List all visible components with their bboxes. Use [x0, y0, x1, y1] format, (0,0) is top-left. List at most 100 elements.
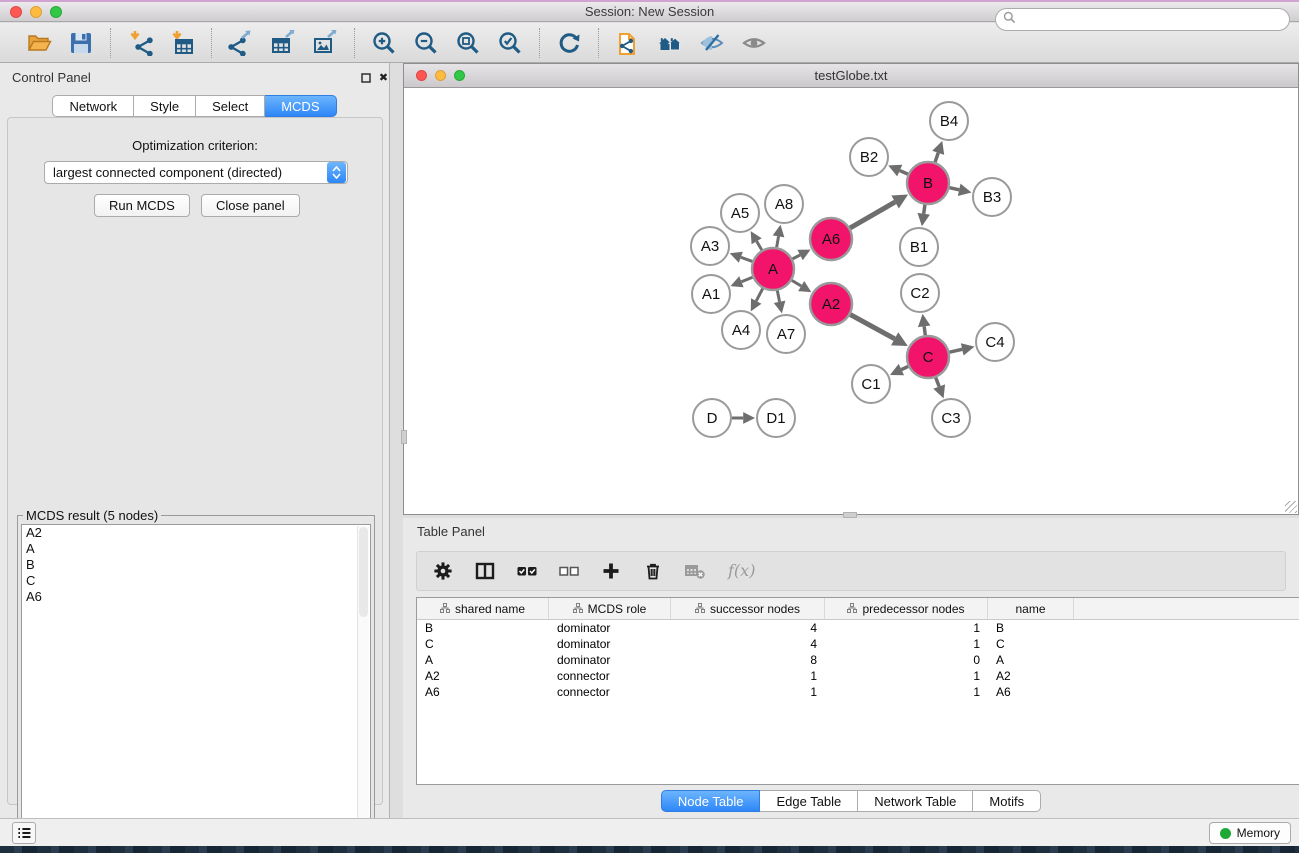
graph-node-C[interactable]: C	[907, 336, 949, 378]
graph-node-A5[interactable]: A5	[721, 194, 759, 232]
table-cell[interactable]: A2	[417, 669, 549, 683]
table-cell[interactable]: 4	[671, 637, 825, 651]
graph-node-A1[interactable]: A1	[692, 275, 730, 313]
table-cell[interactable]: dominator	[549, 621, 671, 635]
memory-button[interactable]: Memory	[1209, 822, 1291, 844]
table-cell[interactable]: A6	[417, 685, 549, 699]
graph-node-B1[interactable]: B1	[900, 228, 938, 266]
export-table-icon[interactable]	[268, 28, 298, 58]
delete-column-icon[interactable]	[643, 558, 663, 584]
table-row[interactable]: Adominator80A	[417, 652, 1299, 668]
table-cell[interactable]: 1	[825, 637, 988, 651]
graph-node-B4[interactable]: B4	[930, 102, 968, 140]
mcds-result-list[interactable]: A2ABCA6	[21, 524, 371, 851]
import-table-icon[interactable]	[167, 28, 197, 58]
zoom-in-icon[interactable]	[369, 28, 399, 58]
tab-node-table[interactable]: Node Table	[661, 790, 761, 812]
graph-node-D[interactable]: D	[693, 399, 731, 437]
network-window-titlebar[interactable]: testGlobe.txt	[404, 64, 1298, 88]
graph-node-C3[interactable]: C3	[932, 399, 970, 437]
float-panel-icon[interactable]	[359, 71, 372, 84]
mcds-result-item[interactable]: C	[22, 573, 370, 589]
graph-node-A4[interactable]: A4	[722, 311, 760, 349]
table-row[interactable]: A2connector11A2	[417, 668, 1299, 684]
graph-node-A2[interactable]: A2	[810, 283, 852, 325]
search-field[interactable]	[995, 8, 1290, 31]
table-cell[interactable]: B	[988, 621, 1074, 635]
close-panel-button[interactable]: Close panel	[201, 194, 300, 217]
table-cell[interactable]: A	[988, 653, 1074, 667]
task-history-button[interactable]	[12, 822, 36, 844]
table-cell[interactable]: C	[988, 637, 1074, 651]
result-scrollbar[interactable]	[357, 526, 369, 851]
column-header-name[interactable]: name	[988, 598, 1074, 619]
graph-node-C2[interactable]: C2	[901, 274, 939, 312]
mcds-result-item[interactable]: A	[22, 541, 370, 557]
table-cell[interactable]: A6	[988, 685, 1074, 699]
table-cell[interactable]: 4	[671, 621, 825, 635]
tab-style[interactable]: Style	[134, 95, 196, 117]
graph-node-A6[interactable]: A6	[810, 218, 852, 260]
network-canvas[interactable]: B4B2BB3A8A5A6A3B1AA1C2A2A4A7C4CC1C3DD1	[404, 89, 1298, 509]
graph-node-A7[interactable]: A7	[767, 315, 805, 353]
network-close-button[interactable]	[416, 70, 427, 81]
new-network-icon[interactable]	[613, 28, 643, 58]
tab-network-table[interactable]: Network Table	[858, 790, 973, 812]
table-row[interactable]: A6connector11A6	[417, 684, 1299, 700]
table-cell[interactable]: C	[417, 637, 549, 651]
network-zoom-button[interactable]	[454, 70, 465, 81]
table-cell[interactable]: dominator	[549, 653, 671, 667]
graph-node-A3[interactable]: A3	[691, 227, 729, 265]
graph-node-B[interactable]: B	[907, 162, 949, 204]
mcds-result-item[interactable]: A6	[22, 589, 370, 605]
open-session-icon[interactable]	[24, 28, 54, 58]
show-graphics-details-icon[interactable]	[739, 28, 769, 58]
criterion-dropdown[interactable]: largest connected component (directed)	[44, 161, 348, 184]
mcds-result-item[interactable]: A2	[22, 525, 370, 541]
table-cell[interactable]: 8	[671, 653, 825, 667]
mcds-result-item[interactable]: B	[22, 557, 370, 573]
graph-node-C1[interactable]: C1	[852, 365, 890, 403]
zoom-window-button[interactable]	[50, 6, 62, 18]
minimize-window-button[interactable]	[30, 6, 42, 18]
add-column-icon[interactable]	[601, 558, 621, 584]
vertical-splitter-handle[interactable]	[401, 430, 407, 444]
table-cell[interactable]: A2	[988, 669, 1074, 683]
network-minimize-button[interactable]	[435, 70, 446, 81]
export-network-icon[interactable]	[226, 28, 256, 58]
tab-network[interactable]: Network	[52, 95, 134, 117]
select-all-icon[interactable]	[517, 558, 537, 584]
graph-node-D1[interactable]: D1	[757, 399, 795, 437]
tab-motifs[interactable]: Motifs	[973, 790, 1041, 812]
split-view-icon[interactable]	[475, 558, 495, 584]
node-table[interactable]: shared nameMCDS rolesuccessor nodesprede…	[416, 597, 1299, 785]
table-cell[interactable]: connector	[549, 685, 671, 699]
close-panel-icon[interactable]: ✖	[377, 71, 390, 84]
table-cell[interactable]: 0	[825, 653, 988, 667]
table-cell[interactable]: connector	[549, 669, 671, 683]
table-row[interactable]: Cdominator41C	[417, 636, 1299, 652]
refresh-view-icon[interactable]	[554, 28, 584, 58]
export-image-icon[interactable]	[310, 28, 340, 58]
column-header-successor-nodes[interactable]: successor nodes	[671, 598, 825, 619]
graph-node-A8[interactable]: A8	[765, 185, 803, 223]
table-cell[interactable]: B	[417, 621, 549, 635]
table-cell[interactable]: 1	[671, 669, 825, 683]
table-row[interactable]: Bdominator41B	[417, 620, 1299, 636]
save-session-icon[interactable]	[66, 28, 96, 58]
zoom-fit-content-icon[interactable]	[453, 28, 483, 58]
table-cell[interactable]: dominator	[549, 637, 671, 651]
graph-node-B3[interactable]: B3	[973, 178, 1011, 216]
column-header-shared-name[interactable]: shared name	[417, 598, 549, 619]
settings-icon[interactable]	[433, 558, 453, 584]
table-cell[interactable]: 1	[825, 669, 988, 683]
table-cell[interactable]: 1	[825, 685, 988, 699]
tab-edge-table[interactable]: Edge Table	[760, 790, 858, 812]
hide-graphics-details-icon[interactable]	[697, 28, 727, 58]
column-header-predecessor-nodes[interactable]: predecessor nodes	[825, 598, 988, 619]
column-header-MCDS-role[interactable]: MCDS role	[549, 598, 671, 619]
close-window-button[interactable]	[10, 6, 22, 18]
run-mcds-button[interactable]: Run MCDS	[94, 194, 190, 217]
resize-grip-icon[interactable]	[1285, 501, 1297, 513]
zoom-selected-icon[interactable]	[495, 28, 525, 58]
